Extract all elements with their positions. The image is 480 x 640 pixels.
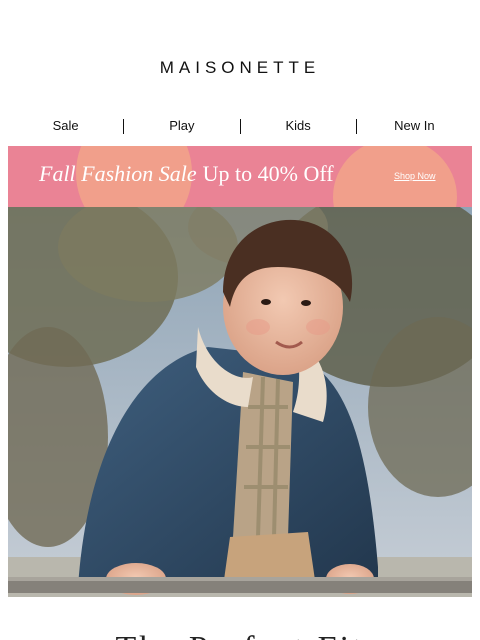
brand-logo[interactable]: MAISONETTE	[0, 58, 480, 78]
nav-item-kids[interactable]: Kids	[241, 116, 356, 136]
section-heading-text: The Perfect Fit	[0, 630, 480, 640]
section-heading: The Perfect Fit	[0, 608, 480, 640]
hero-photo-illustration	[8, 207, 472, 597]
sale-banner[interactable]: Fall Fashion Sale Up to 40% Off Shop Now	[8, 146, 472, 207]
nav-item-new-in[interactable]: New In	[357, 116, 472, 136]
banner-promo-text: Fall Fashion Sale Up to 40% Off	[39, 161, 334, 187]
banner-offer: Up to 40% Off	[202, 161, 334, 186]
nav-item-play[interactable]: Play	[124, 116, 239, 136]
hero-image[interactable]	[8, 207, 472, 597]
banner-title: Fall Fashion Sale	[39, 161, 197, 186]
nav-item-sale[interactable]: Sale	[8, 116, 123, 136]
main-nav: Sale Play Kids New In	[8, 116, 472, 136]
shop-now-link[interactable]: Shop Now	[394, 171, 436, 181]
